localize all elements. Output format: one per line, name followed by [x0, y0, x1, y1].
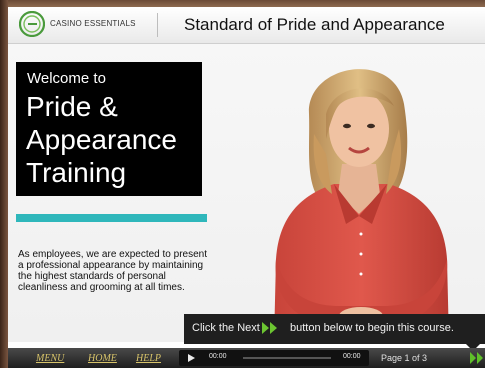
bottom-nav-bar: MENU HOME HELP 00:00 00:00 Page 1 of 3	[8, 348, 485, 368]
window-frame-top	[0, 0, 485, 7]
welcome-title: Pride & Appearance Training	[26, 91, 178, 188]
presenter-image	[274, 69, 449, 342]
accent-bar	[16, 214, 207, 222]
home-link[interactable]: HOME	[88, 353, 117, 364]
welcome-panel: Welcome to Pride & Appearance Training	[16, 62, 202, 196]
next-arrows-icon	[262, 322, 277, 334]
help-link[interactable]: HELP	[136, 353, 161, 364]
next-instruction-callout: Click the Next button below to begin thi…	[184, 314, 485, 351]
total-time: 00:00	[343, 353, 361, 360]
window-frame-left	[0, 0, 8, 368]
casino-essentials-logo-icon	[19, 11, 45, 37]
media-player: 00:00 00:00	[179, 350, 369, 366]
header-bar: CASINO ESSENTIALS Standard of Pride and …	[8, 7, 485, 44]
slide-stage: Welcome to Pride & Appearance Training A…	[8, 44, 485, 351]
course-frame: CASINO ESSENTIALS Standard of Pride and …	[8, 7, 485, 368]
brand-name: CASINO ESSENTIALS	[50, 19, 136, 28]
intro-paragraph: As employees, we are expected to present…	[18, 249, 207, 293]
callout-text-after: button below to begin this course.	[290, 322, 454, 334]
page-indicator: Page 1 of 3	[381, 353, 428, 363]
menu-link[interactable]: MENU	[36, 353, 64, 364]
callout-text-before: Click the Next	[192, 322, 260, 334]
welcome-subtitle: Welcome to	[27, 70, 106, 87]
header-divider	[157, 13, 158, 37]
progress-track[interactable]	[243, 357, 331, 359]
course-title: Standard of Pride and Appearance	[184, 15, 445, 34]
play-icon[interactable]	[188, 354, 195, 362]
next-button-icon[interactable]	[470, 352, 484, 364]
current-time: 00:00	[209, 353, 227, 360]
